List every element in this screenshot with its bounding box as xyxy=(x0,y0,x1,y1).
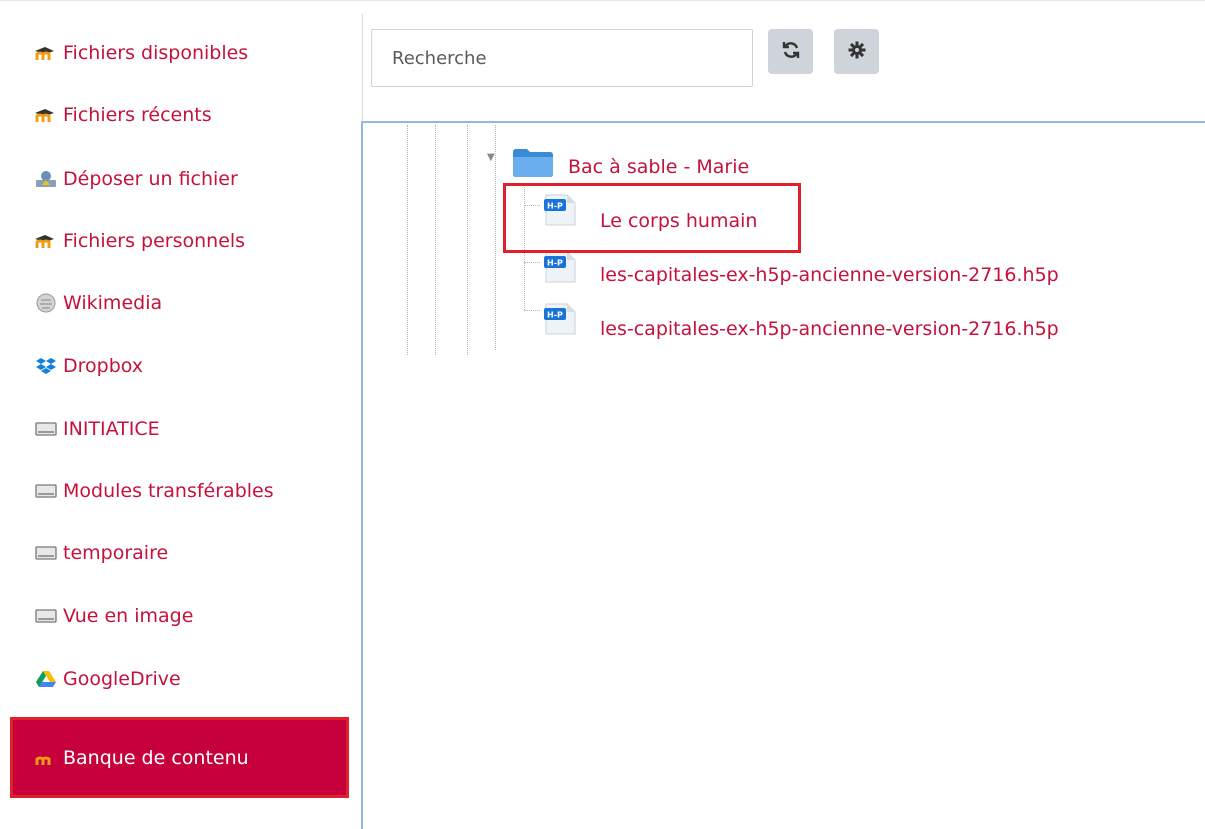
sidebar-item-label: Banque de contenu xyxy=(63,746,249,769)
sidebar-item-label: temporaire xyxy=(63,542,169,564)
sidebar-item-deposer-un-fichier[interactable]: Déposer un fichier xyxy=(33,159,238,199)
file-tree-panel xyxy=(361,121,1205,829)
tree-file-label[interactable]: les-capitales-ex-h5p-ancienne-version-27… xyxy=(600,318,1059,340)
upload-icon xyxy=(33,168,59,190)
settings-button[interactable] xyxy=(834,29,879,74)
sidebar-item-label: Dropbox xyxy=(63,355,144,377)
sidebar-item-banque-de-contenu[interactable]: Banque de contenu xyxy=(10,717,349,798)
sidebar-item-modules-transferables[interactable]: Modules transférables xyxy=(33,471,274,511)
sidebar-item-label: Fichiers disponibles xyxy=(63,42,249,64)
refresh-icon xyxy=(781,40,801,64)
tree-guide-line xyxy=(524,262,540,263)
search-input[interactable] xyxy=(371,29,753,87)
sidebar-item-fichiers-recents[interactable]: Fichiers récents xyxy=(33,95,212,135)
svg-text:H-P: H-P xyxy=(547,311,563,320)
expand-caret-icon[interactable]: ▼ xyxy=(487,152,495,163)
drive-icon xyxy=(33,418,59,440)
drive-icon xyxy=(33,542,59,564)
moodle-icon xyxy=(33,230,59,252)
moodle-icon xyxy=(33,42,59,64)
dropbox-icon xyxy=(33,355,59,377)
sidebar-item-label: Déposer un fichier xyxy=(63,168,238,190)
top-border xyxy=(0,0,1205,7)
sidebar-item-wikimedia[interactable]: Wikimedia xyxy=(33,283,162,323)
tree-guide-line xyxy=(467,125,468,355)
sidebar-item-label: INITIATICE xyxy=(63,418,160,440)
sidebar-item-label: Modules transférables xyxy=(63,480,274,502)
sidebar-item-label: Vue en image xyxy=(63,605,194,627)
tree-guide-line xyxy=(524,185,525,310)
refresh-button[interactable] xyxy=(768,29,813,74)
sidebar-item-temporaire[interactable]: temporaire xyxy=(33,533,168,573)
googledrive-icon xyxy=(33,668,59,690)
h5p-icon: H-P xyxy=(543,302,576,335)
h5p-icon: H-P xyxy=(543,193,576,226)
wikimedia-icon xyxy=(33,292,59,314)
tree-guide-line xyxy=(524,205,540,206)
tree-file-label[interactable]: les-capitales-ex-h5p-ancienne-version-27… xyxy=(600,264,1059,286)
tree-guide-line xyxy=(407,125,408,355)
moodle-icon xyxy=(33,747,59,769)
drive-icon xyxy=(33,605,59,627)
folder-icon xyxy=(512,146,554,182)
tree-guide-line xyxy=(524,310,540,311)
sidebar-item-label: Fichiers personnels xyxy=(63,230,246,252)
tree-guide-line xyxy=(495,125,496,350)
sidebar-item-vue-en-image[interactable]: Vue en image xyxy=(33,596,193,636)
sidebar-item-fichiers-disponibles[interactable]: Fichiers disponibles xyxy=(33,33,248,73)
sidebar-item-label: Wikimedia xyxy=(63,292,163,314)
sidebar-item-googledrive[interactable]: GoogleDrive xyxy=(33,659,181,699)
svg-text:H-P: H-P xyxy=(547,202,563,211)
h5p-icon: H-P xyxy=(543,250,576,283)
svg-text:H-P: H-P xyxy=(547,259,563,268)
repository-sidebar: Fichiers disponibles Fichiers récents Dé… xyxy=(0,14,363,829)
gear-icon xyxy=(847,40,867,64)
sidebar-item-initiatice[interactable]: INITIATICE xyxy=(33,409,160,449)
tree-file-label[interactable]: Le corps humain xyxy=(600,210,757,232)
moodle-icon xyxy=(33,104,59,126)
sidebar-item-fichiers-personnels[interactable]: Fichiers personnels xyxy=(33,221,245,261)
tree-guide-line xyxy=(435,125,436,355)
sidebar-item-dropbox[interactable]: Dropbox xyxy=(33,346,143,386)
drive-icon xyxy=(33,480,59,502)
sidebar-item-label: GoogleDrive xyxy=(63,668,181,690)
sidebar-item-label: Fichiers récents xyxy=(63,104,212,126)
tree-folder-label[interactable]: Bac à sable - Marie xyxy=(568,156,749,178)
